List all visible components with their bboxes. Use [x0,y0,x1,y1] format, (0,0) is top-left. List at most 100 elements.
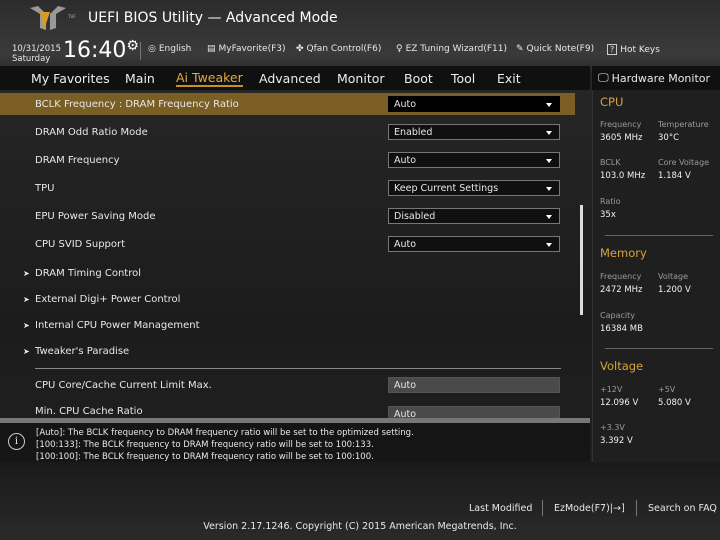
tab-boot[interactable]: Boot [404,71,433,86]
arrow-right-icon: ➤ [23,320,30,330]
voltage-3-3v: 3.392 V [600,436,633,446]
fan-icon: ✤ [296,44,304,54]
submenu-internal-cpu-power[interactable]: ➤ Internal CPU Power Management [0,314,575,336]
submenu-label: DRAM Timing Control [35,267,142,279]
help-text: [Auto]: The BCLK frequency to DRAM frequ… [36,428,414,438]
voltage-12v: 12.096 V [600,398,639,408]
help-text: [100:133]: The BCLK frequency to DRAM fr… [36,440,374,450]
globe-icon: ◎ [148,44,156,54]
tab-advanced[interactable]: Advanced [259,71,321,86]
dropdown-value: Disabled [394,210,436,222]
dropdown-value: Auto [394,98,417,110]
submenu-external-digi[interactable]: ➤ External Digi+ Power Control [0,288,575,310]
copyright: Version 2.17.1246. Copyright (C) 2015 Am… [203,521,517,532]
ezmode-button[interactable]: EzMode(F7)|→] [554,503,625,514]
submenu-tweakers-paradise[interactable]: ➤ Tweaker's Paradise [0,340,575,362]
divider [636,500,637,516]
setting-current-limit[interactable]: CPU Core/Cache Current Limit Max. Auto [0,374,575,396]
monitor-icon: 🖵 [598,71,609,84]
setting-label: DRAM Frequency [35,154,120,166]
caret-down-icon [546,159,552,163]
tab-my-favorites[interactable]: My Favorites [31,71,110,86]
tab-tool[interactable]: Tool [451,71,475,86]
setting-dram-odd-ratio[interactable]: DRAM Odd Ratio Mode Enabled [0,121,575,143]
submenu-label: External Digi+ Power Control [35,293,181,305]
tab-main[interactable]: Main [125,71,155,86]
field-value: Auto [394,408,417,419]
setting-cpu-svid[interactable]: CPU SVID Support Auto [0,233,575,255]
last-modified-button[interactable]: Last Modified [469,503,532,514]
svg-text:TUF: TUF [67,14,76,19]
cpu-temperature: 30°C [658,133,680,143]
qfan-control-button[interactable]: ✤ Qfan Control(F6) [296,44,381,54]
help-icon: ? [607,44,618,55]
tab-ai-tweaker[interactable]: Ai Tweaker [176,70,243,87]
voltage-heading: Voltage [600,359,644,373]
hardware-monitor-panel: CPU Frequency 3605 MHz Temperature 30°C … [592,90,720,462]
label: Temperature [658,120,709,129]
min-cache-ratio-field[interactable]: Auto [388,406,560,418]
cpu-svid-dropdown[interactable]: Auto [388,236,560,252]
label: BCLK [600,158,621,167]
memory-voltage: 1.200 V [658,285,691,295]
time: 16:40 [63,38,127,63]
label: Capacity [600,311,635,320]
gear-icon[interactable]: ⚙ [126,38,139,54]
note-icon: ✎ [516,44,524,54]
dropdown-value: Auto [394,238,417,250]
myfavorite-button[interactable]: ▤ MyFavorite(F3) [207,44,286,54]
setting-label: DRAM Odd Ratio Mode [35,126,148,138]
language-button[interactable]: ◎ English [148,44,191,54]
tab-monitor[interactable]: Monitor [337,71,385,86]
memory-capacity: 16384 MB [600,324,643,334]
setting-dram-frequency[interactable]: DRAM Frequency Auto [0,149,575,171]
tab-exit[interactable]: Exit [497,71,521,86]
setting-tpu[interactable]: TPU Keep Current Settings [0,177,575,199]
dram-odd-ratio-dropdown[interactable]: Enabled [388,124,560,140]
ez-tuning-wizard-button[interactable]: ♀ EZ Tuning Wizard(F11) [396,44,507,54]
date: 10/31/2015 [12,44,61,54]
caret-down-icon [546,131,552,135]
submenu-dram-timing[interactable]: ➤ DRAM Timing Control [0,262,575,284]
label: English [158,44,192,54]
label: +12V [600,385,623,394]
help-text: [100:100]: The BCLK frequency to DRAM fr… [36,452,374,462]
label: Hot Keys [620,44,660,55]
setting-epu-power-saving[interactable]: EPU Power Saving Mode Disabled [0,205,575,227]
setting-bclk-dram-ratio[interactable]: BCLK Frequency : DRAM Frequency Ratio Aut… [0,93,575,115]
setting-min-cache-ratio[interactable]: Min. CPU Cache Ratio Auto [0,401,575,418]
label: EZ Tuning Wizard(F11) [405,44,507,54]
cpu-heading: CPU [600,95,624,109]
dram-frequency-dropdown[interactable]: Auto [388,152,560,168]
label: MyFavorite(F3) [218,44,286,54]
quick-note-button[interactable]: ✎ Quick Note(F9) [516,44,594,54]
setting-label: CPU SVID Support [35,238,126,250]
setting-label: CPU Core/Cache Current Limit Max. [35,379,212,391]
label: Ratio [600,197,621,206]
search-faq-button[interactable]: Search on FAQ [648,503,717,514]
setting-label: EPU Power Saving Mode [35,210,156,222]
scrollbar[interactable] [580,205,583,315]
bclk-dram-ratio-dropdown[interactable]: Auto [388,96,560,112]
label: Voltage [658,272,689,281]
ratio: 35x [600,210,616,220]
setting-label: BCLK Frequency : DRAM Frequency Ratio [35,98,239,110]
dropdown-value: Enabled [394,126,433,138]
divider [542,500,543,516]
submenu-label: Tweaker's Paradise [35,345,130,357]
field-value: Auto [394,379,417,391]
clock[interactable]: 16:40⚙ [63,38,139,63]
favorite-icon: ▤ [207,44,216,54]
date-display: 10/31/2015 Saturday [12,44,61,64]
epu-power-saving-dropdown[interactable]: Disabled [388,208,560,224]
memory-heading: Memory [600,246,647,260]
info-icon: i [8,433,25,450]
label: Qfan Control(F6) [306,44,382,54]
tpu-dropdown[interactable]: Keep Current Settings [388,180,560,196]
lightbulb-icon: ♀ [396,44,403,54]
setting-label: Min. CPU Cache Ratio [35,406,143,417]
current-limit-field[interactable]: Auto [388,377,560,393]
divider [605,235,713,236]
hot-keys-button[interactable]: ? Hot Keys [607,44,660,55]
caret-down-icon [546,187,552,191]
